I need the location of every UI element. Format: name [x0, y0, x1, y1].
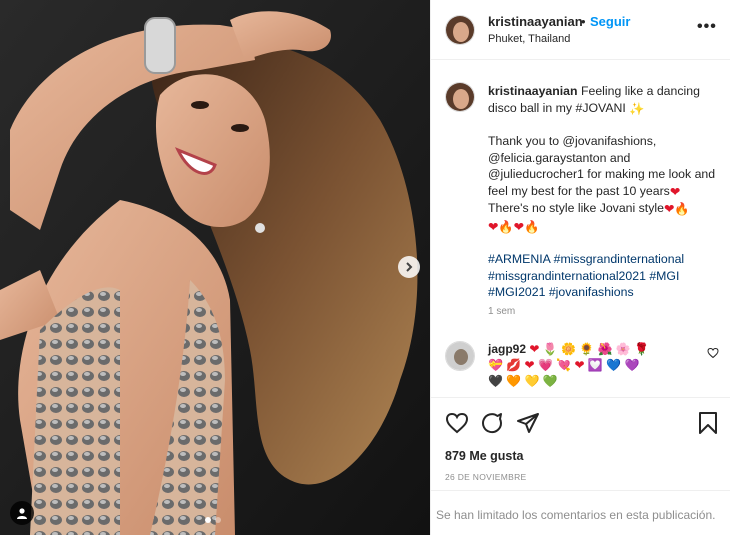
caption-line3: There's no style like Jovani style — [488, 201, 664, 215]
caption-username[interactable]: kristinaayanian — [488, 84, 578, 98]
caption-line2d: feel my best for the past 10 years — [488, 183, 670, 198]
user-icon — [17, 508, 27, 519]
comment-text: jagp92 ❤ 🌷 🌼 🌻 🌺 🌸 🌹 💝 💋 ❤ 💗 💘 ❤ 💟 💙 💜 🖤… — [488, 342, 650, 388]
caption-line2c: @julieducrocher1 for making me look and — [488, 167, 716, 181]
fire-emoji-icon: 🔥 — [498, 219, 514, 234]
red-heart-emoji-icon: ❤ — [663, 202, 675, 216]
comment-emoji-row: 🖤 🧡 💛 💚 — [488, 374, 558, 388]
caption-age[interactable]: 1 sem — [488, 306, 515, 317]
caption-hashtags-3[interactable]: #MGI2021 #jovanifashions — [488, 284, 726, 301]
carousel-dot — [215, 517, 221, 523]
comment-bubble-icon[interactable] — [480, 411, 504, 435]
post-location[interactable]: Phuket, Thailand — [488, 33, 570, 45]
next-photo-button[interactable] — [398, 256, 420, 278]
caption-line2b: @felicia.garaystanton and — [488, 150, 631, 165]
author-avatar[interactable] — [445, 15, 475, 45]
author-username[interactable]: kristinaayanian — [488, 14, 583, 29]
carousel-indicator — [205, 517, 221, 523]
likes-count[interactable]: 879 Me gusta — [445, 449, 524, 463]
tagged-users-button[interactable] — [10, 501, 34, 525]
follow-button[interactable]: Seguir — [590, 14, 630, 29]
like-heart-icon[interactable] — [445, 411, 469, 435]
chevron-right-icon — [406, 262, 413, 272]
save-bookmark-icon[interactable] — [697, 411, 719, 435]
carousel-dot-active — [205, 517, 211, 523]
more-options-button[interactable]: ••• — [697, 18, 717, 36]
post-header: kristinaayanian • Seguir Phuket, Thailan… — [431, 0, 730, 60]
comment-like-heart-icon[interactable] — [707, 347, 719, 359]
caption-line2a: Thank you to @jovanifashions, — [488, 134, 657, 148]
photo-image — [0, 0, 430, 535]
avatar-image — [446, 83, 474, 111]
red-heart-emoji-icon: ❤ — [513, 219, 524, 234]
caption-avatar[interactable] — [445, 82, 475, 112]
comment-username[interactable]: jagp92 — [488, 342, 526, 356]
red-heart-emoji-icon: ❤ — [488, 219, 499, 234]
separator-bullet: • — [581, 14, 586, 29]
post-caption: kristinaayanian Feeling like a dancing d… — [488, 83, 726, 301]
post-date: 26 DE NOVIEMBRE — [445, 472, 527, 482]
fire-emoji-icon: 🔥 — [523, 219, 540, 234]
share-send-icon[interactable] — [516, 411, 540, 435]
comments-limited-text: Se han limitado los comentarios en esta … — [436, 508, 716, 522]
sparkles-emoji-icon: ✨ — [629, 101, 645, 116]
comment-emoji-row: 💝 💋 ❤ 💗 💘 ❤ 💟 — [488, 358, 603, 372]
comment-emoji-row: ❤ 🌷 🌼 🌻 🌺 🌸 🌹 — [529, 342, 650, 356]
fire-emoji-icon: 🔥 — [674, 202, 690, 216]
caption-hashtags-1[interactable]: #ARMENIA #missgrandinternational — [488, 251, 726, 268]
commenter-avatar[interactable] — [445, 341, 475, 371]
avatar-image — [446, 16, 474, 44]
caption-hashtags-2[interactable]: #missgrandinternational2021 #MGI — [488, 268, 726, 285]
avatar-image — [446, 342, 474, 370]
red-heart-emoji-icon: ❤ — [669, 184, 681, 199]
post-photo — [0, 0, 430, 535]
comments-limited-notice: Se han limitado los comentarios en esta … — [431, 490, 730, 535]
post-side-panel: kristinaayanian • Seguir Phuket, Thailan… — [430, 0, 730, 535]
post-action-bar — [431, 397, 730, 447]
